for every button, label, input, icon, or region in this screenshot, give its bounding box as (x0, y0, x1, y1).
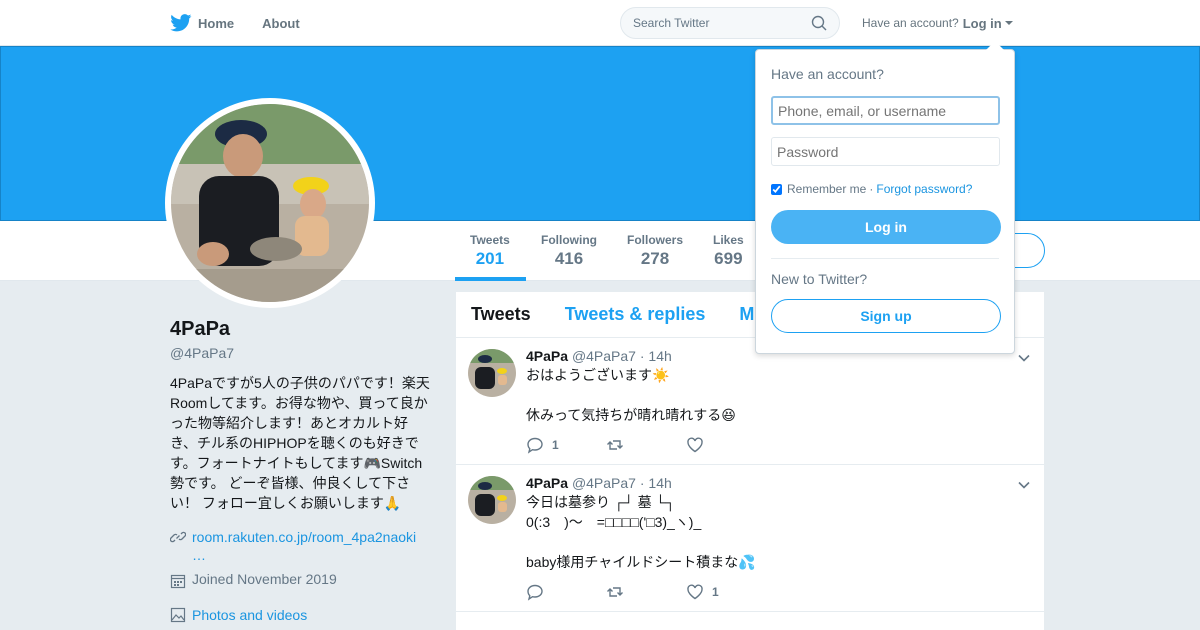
tab-tweets-replies[interactable]: Tweets & replies (565, 304, 706, 325)
separator-dot: · (869, 182, 874, 196)
remember-me-label[interactable]: Remember me (787, 182, 866, 196)
login-dropdown: Have an account? Remember me · Forgot pa… (755, 41, 1015, 354)
tweet-actions: 1 (526, 583, 1029, 601)
search-placeholder: Search Twitter (633, 16, 710, 30)
search-input[interactable]: Search Twitter (620, 7, 840, 39)
remember-row: Remember me · Forgot password? (771, 182, 999, 196)
calendar-icon (170, 574, 186, 589)
image-icon (170, 607, 186, 623)
stat-label: Following (541, 233, 597, 247)
joined-row: Joined November 2019 (170, 571, 435, 589)
reply-icon (527, 437, 543, 454)
tweet[interactable]: 4PaPa @4PaPa7 · 14h おはようございます☀️ 休みって気持ちが… (456, 338, 1044, 465)
chevron-down-icon (1004, 21, 1013, 25)
reply-icon (527, 584, 543, 601)
stat-label: Likes (713, 233, 744, 247)
tweet-line: 休みって気持ちが晴れ晴れする😆 (526, 407, 736, 423)
new-to-twitter-text: New to Twitter? (771, 271, 868, 287)
reply-button[interactable] (526, 583, 606, 601)
stat-label: Tweets (470, 233, 510, 247)
login-dropdown-title: Have an account? (771, 66, 884, 82)
like-button[interactable]: 1 (686, 583, 766, 601)
reply-count: 1 (552, 438, 559, 452)
signup-button[interactable]: Sign up (771, 299, 1001, 333)
link-ellipsis: … (192, 547, 206, 563)
profile-avatar[interactable] (165, 98, 375, 308)
stat-value: 416 (554, 249, 584, 268)
tweet-line: おはようございます☀️ (526, 367, 670, 383)
top-navigation: Home About Search Twitter Have an accoun… (0, 0, 1200, 46)
profile-link-row: room.rakuten.co.jp/room_4pa2naoki … (170, 527, 435, 563)
tweet-avatar[interactable] (468, 476, 516, 524)
retweet-button[interactable] (606, 436, 686, 454)
stat-label: Followers (627, 233, 684, 247)
tab-tweets[interactable]: Tweets (471, 304, 531, 325)
nav-home-label: Home (198, 15, 235, 31)
search-icon[interactable] (811, 15, 827, 31)
profile-bio: 4PaPaですが5人の子供のパパです！楽天Roomしてます。お得な物や、買って良… (170, 375, 430, 511)
profile-handle[interactable]: @4PaPa7 (170, 345, 435, 361)
tweet-timestamp[interactable]: · 14h (640, 475, 672, 491)
retweet-icon (607, 440, 623, 450)
profile-name[interactable]: 4PaPa (170, 318, 435, 341)
password-field[interactable] (771, 137, 1000, 166)
tweet-author-handle: @4PaPa7 (571, 348, 636, 364)
have-account-area: Have an account? Log in (862, 0, 1013, 46)
joined-date: Joined November 2019 (192, 571, 337, 587)
stat-value: 201 (475, 249, 505, 268)
tweet-text: おはようございます☀️ 休みって気持ちが晴れ晴れする😆 (526, 365, 1029, 425)
nav-home-link[interactable]: Home (170, 14, 234, 32)
tweet-line: 0(:3 )～ =□□□□('□3)_ヽ)_ (526, 514, 702, 530)
tweet-header: 4PaPa @4PaPa7 · 14h (526, 475, 1029, 491)
link-icon (170, 531, 186, 543)
tweet-avatar[interactable] (468, 349, 516, 397)
stat-tweets[interactable]: Tweets 201 (470, 233, 510, 269)
stat-following[interactable]: Following 416 (541, 233, 597, 269)
tweet-line: 今日は墓参り ┌┘ 墓 └┐ (526, 494, 676, 510)
photos-videos-link[interactable]: Photos and videos (192, 605, 307, 625)
login-link-label: Log in (962, 15, 1002, 31)
profile-info: 4PaPa @4PaPa7 4PaPaですが5人の子供のパパです！楽天Roomし… (170, 318, 435, 625)
stat-value: 278 (640, 249, 670, 268)
login-button[interactable]: Log in (771, 210, 1001, 244)
chevron-down-icon[interactable] (1018, 479, 1030, 491)
twitter-bird-icon (170, 14, 192, 32)
active-stat-underline (455, 277, 526, 281)
tab-media[interactable]: M (739, 304, 754, 325)
nav-about-link[interactable]: About (262, 16, 300, 31)
tweet-author-name[interactable]: 4PaPa (526, 475, 568, 491)
nav-left: Home About (170, 0, 328, 46)
forgot-password-link[interactable]: Forgot password? (876, 182, 972, 196)
profile-photo (171, 104, 369, 302)
login-dropdown-toggle[interactable]: Log in (963, 16, 1013, 31)
chevron-down-icon[interactable] (1018, 352, 1030, 364)
divider (771, 258, 999, 259)
stat-followers[interactable]: Followers 278 (627, 233, 683, 269)
remember-me-checkbox[interactable] (771, 183, 782, 195)
retweet-icon (607, 587, 623, 597)
stat-value: 699 (714, 249, 743, 268)
retweet-button[interactable] (606, 583, 686, 601)
reply-button[interactable]: 1 (526, 436, 606, 454)
tweet-actions: 1 (526, 436, 1029, 454)
like-count: 1 (712, 585, 719, 599)
username-field[interactable] (771, 96, 1000, 125)
photos-row: Photos and videos (170, 605, 435, 625)
stat-likes[interactable]: Likes 699 (713, 233, 744, 269)
tweet-text: 今日は墓参り ┌┘ 墓 └┐ 0(:3 )～ =□□□□('□3)_ヽ)_ ba… (526, 492, 1029, 572)
tweet-author-name[interactable]: 4PaPa (526, 348, 568, 364)
tweet-author-handle: @4PaPa7 (571, 475, 636, 491)
profile-website-link[interactable]: room.rakuten.co.jp/room_4pa2naoki (192, 529, 416, 545)
have-account-text: Have an account? (862, 16, 959, 30)
heart-icon (687, 437, 703, 453)
tweet-line: baby様用チャイルドシート積まな💦 (526, 554, 756, 570)
tweet-timestamp[interactable]: · 14h (640, 348, 672, 364)
tweet[interactable]: 4PaPa @4PaPa7 · 14h 今日は墓参り ┌┘ 墓 └┐ 0(:3 … (456, 465, 1044, 612)
tweet-line (526, 385, 1029, 405)
like-button[interactable] (686, 436, 766, 454)
heart-icon (687, 584, 703, 600)
